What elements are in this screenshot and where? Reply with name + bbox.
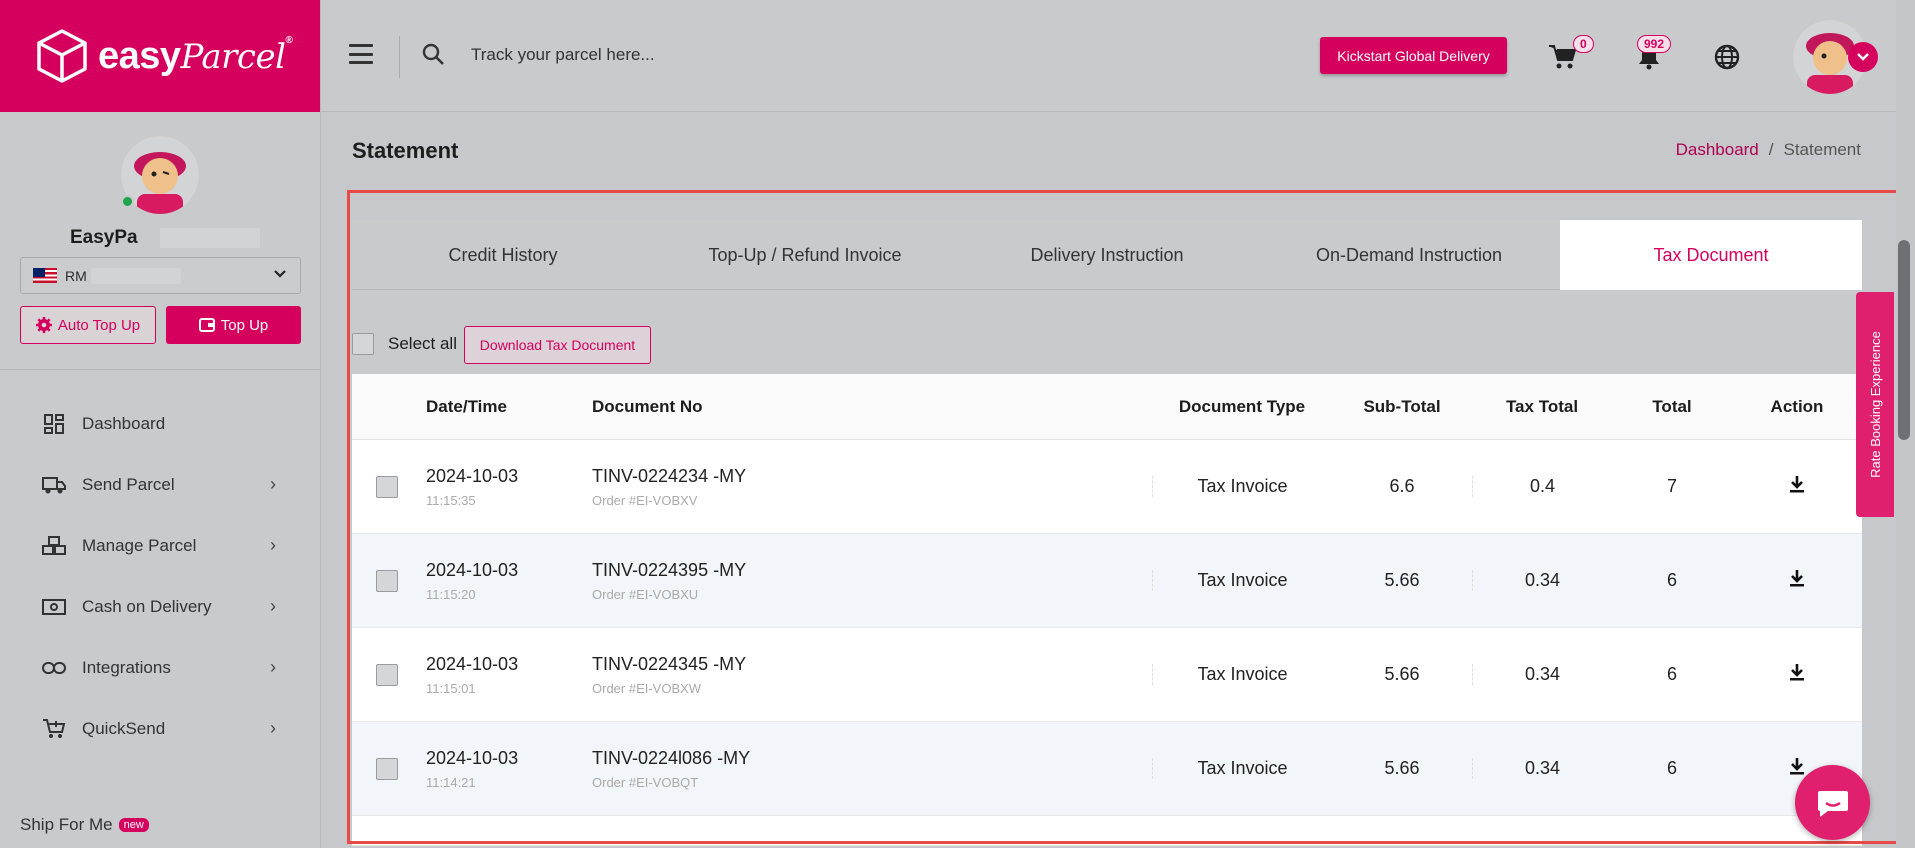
sidebar: easyParcel® EasyPa RM Auto Top Up Top Up…	[0, 0, 321, 848]
malaysia-flag-icon	[33, 268, 57, 283]
sidebar-item-dashboard[interactable]: Dashboard	[0, 393, 320, 454]
username: EasyPa	[70, 227, 138, 248]
breadcrumb-current: Statement	[1783, 140, 1862, 159]
chevron-right-icon: ›	[270, 535, 276, 555]
sidebar-item-integrations[interactable]: Integrations ›	[0, 637, 320, 698]
sidebar-item-label: Dashboard	[82, 413, 166, 433]
boxes-icon	[42, 534, 66, 558]
chevron-right-icon: ›	[270, 474, 276, 494]
logo[interactable]: easyParcel®	[0, 0, 320, 112]
wallet-currency-select[interactable]: RM	[20, 257, 301, 294]
parcel-box-logo-icon	[37, 29, 87, 83]
sidebar-item-label: Integrations	[82, 657, 171, 677]
cart-plus-icon	[42, 717, 66, 741]
dashboard-icon	[42, 412, 66, 436]
brand-script: Parcel	[180, 36, 286, 77]
cart-icon	[1549, 45, 1576, 69]
auto-top-up-label: Auto Top Up	[57, 316, 141, 334]
auto-top-up-button[interactable]: Auto Top Up	[20, 306, 156, 344]
chat-icon	[1817, 790, 1848, 817]
sidebar-item-label: Manage Parcel	[82, 535, 197, 555]
chevron-right-icon: ›	[270, 596, 276, 616]
globe-icon	[1714, 44, 1740, 70]
wallet-icon	[198, 318, 215, 332]
rate-booking-label: Rate Booking Experience	[1867, 331, 1883, 478]
top-up-label: Top Up	[220, 316, 269, 334]
breadcrumb-dashboard-link[interactable]: Dashboard	[1676, 140, 1759, 160]
sidebar-item-label: Send Parcel	[82, 474, 175, 494]
sidebar-item-manage-parcel[interactable]: Manage Parcel ›	[0, 515, 320, 576]
top-bar: Kickstart Global Delivery 0 992	[321, 0, 1915, 112]
sidebar-nav: Dashboard Send Parcel › Manage Parcel › …	[0, 393, 320, 759]
sidebar-item-label: Cash on Delivery	[82, 596, 212, 616]
sidebar-item-ship-for-me[interactable]: Ship For Me new	[20, 815, 149, 835]
truck-icon	[42, 473, 66, 497]
divider	[399, 36, 400, 78]
chevron-right-icon: ›	[270, 718, 276, 738]
kickstart-global-delivery-button[interactable]: Kickstart Global Delivery	[1320, 37, 1507, 74]
top-up-button[interactable]: Top Up	[166, 306, 301, 344]
breadcrumb: Dashboard / Statement	[1676, 140, 1861, 160]
cash-icon	[42, 595, 66, 619]
avatar-dropdown-button[interactable]	[1848, 42, 1878, 72]
online-status-dot	[121, 195, 134, 208]
hamburger-menu-icon[interactable]	[349, 44, 373, 64]
gear-icon	[35, 317, 52, 333]
brand-bold: easy	[98, 34, 181, 77]
scrollbar-thumb[interactable]	[1898, 240, 1910, 440]
avatar[interactable]	[121, 136, 199, 214]
track-parcel-input[interactable]	[471, 38, 971, 72]
chevron-right-icon: ›	[270, 657, 276, 677]
breadcrumb-separator: /	[1768, 140, 1774, 159]
sidebar-item-quicksend[interactable]: QuickSend ›	[0, 698, 320, 759]
sidebar-item-label: QuickSend	[82, 718, 166, 738]
sidebar-item-send-parcel[interactable]: Send Parcel ›	[0, 454, 320, 515]
balance-redacted	[90, 267, 181, 284]
page-title: Statement	[352, 138, 459, 163]
search-icon[interactable]	[421, 42, 445, 66]
currency-label: RM	[65, 267, 87, 284]
chevron-down-icon	[1857, 53, 1869, 61]
cart-count-badge: 0	[1573, 35, 1594, 53]
new-badge: new	[118, 818, 149, 832]
highlight-frame	[347, 190, 1914, 844]
brand-wordmark: easyParcel®	[98, 34, 293, 78]
rate-booking-experience-tab[interactable]: Rate Booking Experience	[1856, 292, 1894, 517]
sidebar-item-cash-on-delivery[interactable]: Cash on Delivery ›	[0, 576, 320, 637]
ship-for-me-label: Ship For Me	[20, 815, 113, 834]
chevron-down-icon	[274, 270, 286, 278]
notification-count-badge: 992	[1637, 35, 1672, 53]
link-icon	[42, 656, 66, 680]
brand-reg: ®	[285, 34, 293, 46]
username-redacted	[160, 228, 260, 248]
language-button[interactable]	[1707, 37, 1747, 77]
chat-button[interactable]	[1795, 765, 1870, 840]
